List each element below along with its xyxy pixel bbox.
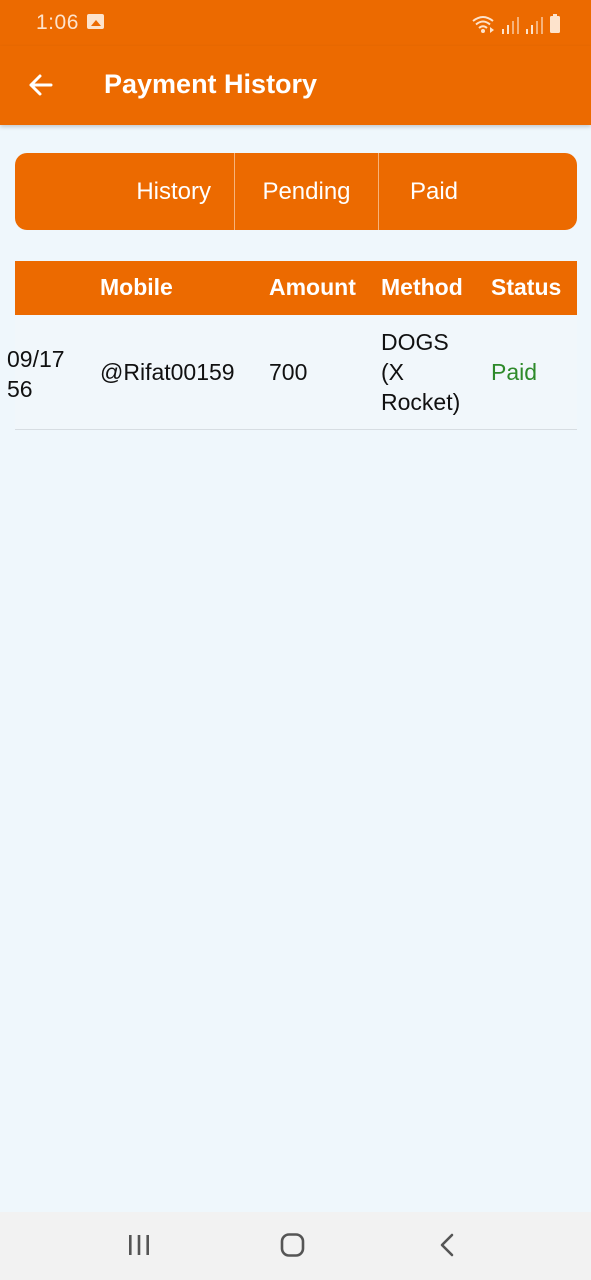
page-title: Payment History [104, 69, 318, 99]
column-header-mobile: Mobile [100, 274, 173, 300]
cell-date: 09/17 56 [7, 344, 65, 404]
table-header: Mobile Amount Method Status [15, 261, 577, 315]
signal-icon [502, 17, 519, 34]
cell-method-line: Rocket) [381, 389, 461, 415]
payment-table: Mobile Amount Method Status 09/17 56 @Ri… [7, 261, 577, 430]
cell-method: DOGS (X Rocket) [381, 327, 460, 417]
recent-apps-icon[interactable] [126, 1232, 152, 1258]
app-bar: Payment History [0, 46, 591, 125]
home-icon[interactable] [279, 1232, 307, 1258]
system-icons [471, 12, 561, 34]
tab-history[interactable]: History [15, 153, 235, 230]
cell-method-line: DOGS [381, 329, 449, 355]
image-icon [87, 14, 104, 29]
navigation-bar [0, 1212, 591, 1280]
cell-mobile: @Rifat00159 [100, 359, 235, 385]
tab-paid[interactable]: Paid [379, 153, 489, 230]
battery-icon [550, 14, 560, 33]
tab-pending[interactable]: Pending [235, 153, 379, 230]
arrow-left-icon[interactable] [24, 68, 58, 102]
filter-tabs: History Pending Paid [15, 153, 577, 230]
wifi-icon [472, 16, 494, 33]
column-header-method: Method [381, 274, 463, 300]
cell-date-line: 09/17 [7, 346, 65, 372]
cell-status: Paid [491, 359, 538, 385]
column-header-status: Status [491, 274, 562, 300]
column-header-amount: Amount [269, 274, 356, 300]
status-bar: 1:06 [0, 0, 591, 46]
cell-method-line: (X [381, 359, 404, 385]
cell-date-line: 56 [7, 376, 33, 402]
signal-icon [526, 17, 543, 34]
cell-amount: 700 [269, 359, 308, 385]
status-time: 1:06 [36, 11, 79, 34]
back-icon[interactable] [436, 1232, 460, 1258]
table-row: 09/17 56 @Rifat00159 700 DOGS (X Rocket)… [7, 315, 577, 430]
